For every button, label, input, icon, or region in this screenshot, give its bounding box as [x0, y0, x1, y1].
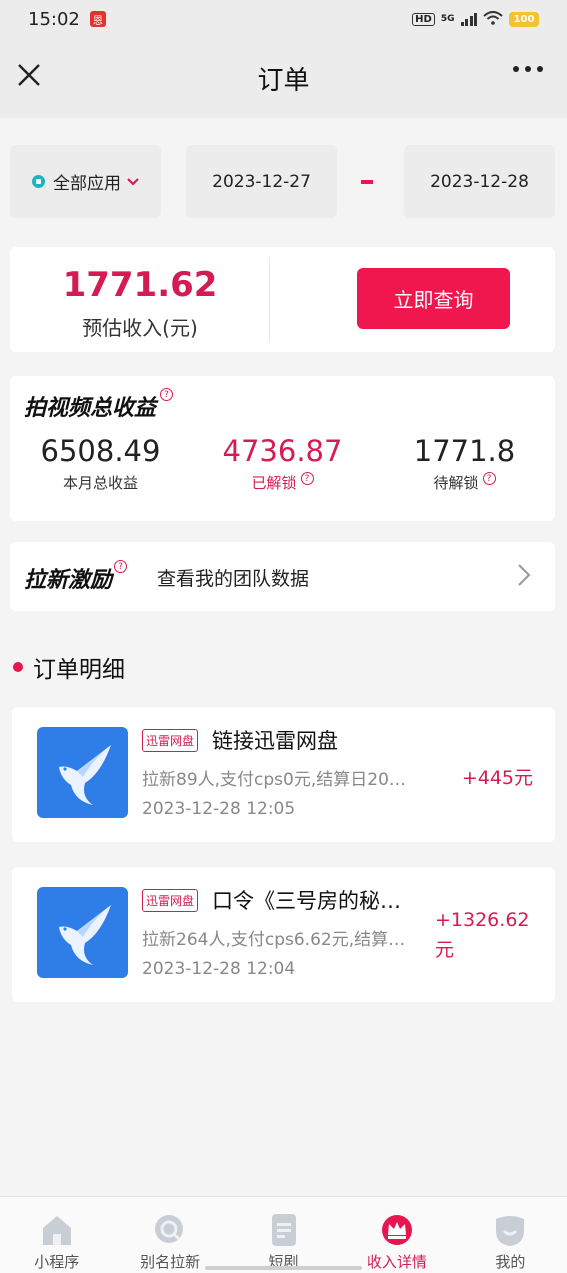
order-source-tag: 迅雷网盘: [142, 729, 199, 752]
estimated-income-value: 1771.62: [62, 265, 218, 305]
close-button[interactable]: [14, 60, 44, 90]
start-date-value: 2023-12-27: [212, 171, 311, 192]
income-card: 1771.62 预估收入(元) 立即查询: [10, 247, 555, 352]
end-date-picker[interactable]: 2023-12-28: [403, 145, 556, 218]
search-icon: [152, 1213, 188, 1247]
team-data-row[interactable]: 拉新激励? 查看我的团队数据: [10, 542, 555, 611]
estimated-income-label: 预估收入(元): [82, 316, 198, 340]
order-details-title: 订单明细: [33, 657, 125, 683]
video-earnings-card: 拍视频总收益? 6508.49 本月总收益 4736.87 已解锁? 1771.…: [10, 376, 555, 521]
order-name: 链接迅雷网盘: [212, 729, 338, 753]
order-amount: +1326.62 元: [435, 905, 535, 965]
app-filter-dropdown[interactable]: 全部应用: [10, 145, 162, 218]
order-item[interactable]: 迅雷网盘 链接迅雷网盘 拉新89人,支付cps0元,结算日20… 2023-12…: [12, 707, 555, 842]
document-icon: [266, 1213, 302, 1247]
help-icon[interactable]: ?: [160, 388, 174, 401]
start-date-picker[interactable]: 2023-12-27: [186, 145, 338, 218]
profile-icon: [492, 1213, 528, 1247]
tab-profile[interactable]: 我的: [454, 1197, 567, 1273]
status-indicators: HD 5G 100: [412, 10, 539, 28]
tab-alias-referral[interactable]: 别名拉新: [113, 1197, 226, 1273]
monthly-total-stat: 6508.49 本月总收益: [10, 434, 191, 493]
filter-row: 全部应用 2023-12-27 2023-12-28: [10, 145, 556, 218]
order-timestamp: 2023-12-28 12:04: [142, 959, 296, 979]
more-dot-icon: [525, 66, 531, 72]
bottom-tab-bar: 小程序 别名拉新 短剧 收入详情 我的: [0, 1196, 567, 1273]
unlocked-value: 4736.87: [222, 434, 343, 468]
bullet-dot-icon: [13, 662, 23, 672]
order-timestamp: 2023-12-28 12:05: [142, 799, 296, 819]
pending-label: 待解锁: [433, 474, 479, 492]
pending-value: 1771.8: [413, 434, 516, 468]
query-button[interactable]: 立即查询: [357, 268, 510, 329]
chevron-right-icon: [517, 563, 531, 591]
hd-icon: HD: [412, 12, 435, 26]
order-source-tag: 迅雷网盘: [142, 889, 199, 912]
app-notification-icon: 恩: [89, 11, 106, 27]
xunlei-bird-icon: [37, 887, 128, 978]
order-amount-unit: 元: [435, 939, 455, 961]
tab-label: 收入详情: [366, 1253, 427, 1271]
unlocked-label: 已解锁: [251, 474, 297, 492]
home-indicator[interactable]: [205, 1266, 362, 1270]
wifi-icon: [483, 10, 503, 28]
xunlei-bird-icon: [37, 727, 128, 818]
date-range-separator: [361, 179, 373, 184]
referral-incentive-title-text: 拉新激励: [24, 568, 113, 593]
more-menu-button[interactable]: [513, 66, 543, 72]
unlocked-stat: 4736.87 已解锁?: [192, 434, 373, 493]
tab-short-drama[interactable]: 短剧: [227, 1197, 340, 1273]
order-item[interactable]: 迅雷网盘 口令《三号房的秘… 拉新264人,支付cps6.62元,结算… 202…: [12, 867, 555, 1002]
page-title: 订单: [257, 65, 310, 96]
pending-stat: 1771.8 待解锁?: [374, 434, 555, 493]
order-amount-value: +1326.62: [435, 909, 530, 931]
tab-label: 小程序: [34, 1253, 80, 1271]
tab-mini-program[interactable]: 小程序: [0, 1197, 113, 1273]
video-earnings-title: 拍视频总收益?: [24, 388, 174, 422]
video-earnings-title-text: 拍视频总收益: [24, 396, 157, 421]
more-dot-icon: [537, 66, 543, 72]
network-label: 5G: [440, 14, 455, 24]
order-description: 拉新89人,支付cps0元,结算日20…: [142, 770, 406, 790]
team-data-link-text: 查看我的团队数据: [157, 568, 310, 590]
chevron-down-icon: [127, 174, 139, 190]
help-icon[interactable]: ?: [482, 472, 496, 485]
divider: [269, 257, 270, 342]
nav-bar: 订单: [0, 38, 567, 118]
order-description: 拉新264人,支付cps6.62元,结算…: [142, 930, 406, 950]
app-filter-label: 全部应用: [53, 174, 122, 194]
signal-icon: [460, 12, 477, 26]
home-icon: [39, 1213, 75, 1247]
app-filter-icon: [32, 175, 46, 188]
monthly-total-value: 6508.49: [40, 434, 161, 468]
status-time: 15:02: [28, 8, 80, 30]
tab-income-details[interactable]: 收入详情: [340, 1197, 453, 1273]
tab-label: 我的: [495, 1253, 526, 1271]
help-icon[interactable]: ?: [300, 472, 314, 485]
status-bar: 15:02 恩 HD 5G 100: [0, 0, 567, 38]
tab-label: 别名拉新: [140, 1253, 201, 1271]
order-name: 口令《三号房的秘…: [212, 889, 401, 913]
monthly-total-label: 本月总收益: [62, 474, 138, 492]
order-details-heading: 订单明细: [13, 650, 125, 684]
referral-incentive-title: 拉新激励?: [24, 560, 128, 594]
end-date-value: 2023-12-28: [430, 171, 529, 192]
close-icon: [18, 64, 40, 86]
crown-badge-icon: [379, 1213, 415, 1247]
order-amount: +445元: [461, 767, 533, 789]
help-icon[interactable]: ?: [114, 560, 128, 573]
battery-icon: 100: [509, 11, 539, 27]
more-dot-icon: [513, 66, 519, 72]
